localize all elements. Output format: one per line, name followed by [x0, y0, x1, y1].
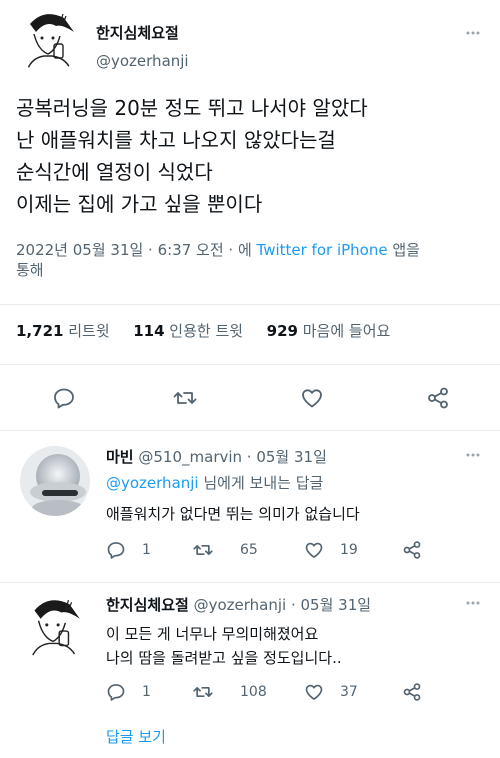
reply-actions: 1 108 37 — [106, 682, 436, 704]
retweets-stat[interactable]: 1,721 리트윗 — [16, 322, 110, 340]
reply-author-name[interactable]: 한지심체요절 — [106, 596, 189, 614]
reply-header: 한지심체요절 @yozerhanji · 05월 31일 — [106, 594, 371, 616]
reply-header: 마빈 @510_marvin · 05월 31일 — [106, 446, 327, 468]
reply-text-line: 나의 땀을 돌려받고 싶을 정도입니다.. — [106, 649, 342, 667]
likes-label: 마음에 들어요 — [302, 322, 391, 340]
likes-count: 929 — [266, 322, 298, 340]
retweet-icon[interactable] — [172, 386, 198, 410]
author-name[interactable]: 한지심체요절 — [96, 22, 179, 43]
tweet-line: 난 애플워치를 차고 나오지 않았다는걸 — [16, 128, 336, 152]
show-replies-link[interactable]: 답글 보기 — [106, 726, 166, 748]
like-icon[interactable] — [300, 386, 324, 410]
reply-icon[interactable] — [106, 682, 126, 702]
like-icon[interactable] — [304, 540, 324, 560]
divider — [0, 582, 500, 583]
tweet-line: 이제는 집에 가고 싶을 뿐이다 — [16, 192, 263, 216]
tweet-line: 공복러닝을 20분 정도 뛰고 나서야 알았다 — [16, 96, 368, 120]
like-count: 37 — [340, 684, 358, 700]
share-icon[interactable] — [402, 540, 422, 560]
like-count: 19 — [340, 542, 358, 558]
reply-handle-date[interactable]: @510_marvin · 05월 31일 — [138, 448, 327, 466]
tweet-stats: 1,721 리트윗 114 인용한 트윗 929 마음에 들어요 — [16, 321, 390, 341]
likes-stat[interactable]: 929 마음에 들어요 — [267, 322, 391, 340]
reply-text-line: 이 모든 게 너무나 무의미해졌어요 — [106, 625, 319, 643]
like-icon[interactable] — [304, 682, 324, 702]
divider — [0, 304, 500, 305]
tweet-meta: 2022년 05월 31일 · 6:37 오전 · 에 Twitter for … — [16, 240, 486, 280]
reply-avatar[interactable] — [20, 596, 86, 662]
reply-author-name[interactable]: 마빈 — [106, 448, 134, 466]
reply-text: 애플워치가 없다면 뛰는 의미가 없습니다 — [106, 505, 360, 523]
retweets-count: 1,721 — [16, 322, 64, 340]
tweet-timestamp[interactable]: 2022년 05월 31일 · 6:37 오전 · 에 — [16, 241, 257, 259]
more-icon[interactable] — [466, 600, 480, 606]
tweet-meta-suffix: 앱을 — [387, 241, 420, 259]
divider — [0, 364, 500, 365]
retweet-icon[interactable] — [192, 682, 214, 702]
more-icon[interactable] — [466, 452, 480, 458]
reply-count: 1 — [142, 542, 151, 558]
reply-icon[interactable] — [52, 386, 76, 410]
reply-icon[interactable] — [106, 540, 126, 560]
divider — [0, 430, 500, 431]
retweets-label: 리트윗 — [68, 322, 110, 340]
reply-count: 1 — [142, 684, 151, 700]
author-avatar[interactable] — [16, 10, 80, 74]
share-icon[interactable] — [402, 682, 422, 702]
replying-to-label: 님에게 보내는 답글 — [198, 474, 324, 492]
quotes-stat[interactable]: 114 인용한 트윗 — [133, 322, 243, 340]
replying-to: @yozerhanji 님에게 보내는 답글 — [106, 472, 323, 494]
share-icon[interactable] — [426, 386, 450, 410]
reply-avatar[interactable] — [20, 446, 90, 516]
retweet-icon[interactable] — [192, 540, 214, 560]
replying-to-handle[interactable]: @yozerhanji — [106, 474, 199, 492]
retweet-count: 108 — [240, 684, 267, 700]
tweet-text: 공복러닝을 20분 정도 뛰고 나서야 알았다 난 애플워치를 차고 나오지 않… — [16, 92, 486, 220]
reply-handle-date[interactable]: @yozerhanji · 05월 31일 — [194, 596, 371, 614]
reply-actions: 1 65 19 — [106, 540, 436, 562]
tweet-line: 순식간에 열정이 식었다 — [16, 160, 213, 184]
quotes-label: 인용한 트윗 — [169, 322, 244, 340]
quotes-count: 114 — [133, 322, 165, 340]
tweet-source-app[interactable]: Twitter for iPhone — [257, 241, 388, 259]
tweet-meta-line2: 통해 — [16, 261, 44, 279]
author-handle[interactable]: @yozerhanji — [96, 52, 189, 70]
retweet-count: 65 — [240, 542, 258, 558]
reply-text: 이 모든 게 너무나 무의미해졌어요 나의 땀을 돌려받고 싶을 정도입니다.. — [106, 622, 342, 670]
more-icon[interactable] — [466, 30, 480, 40]
